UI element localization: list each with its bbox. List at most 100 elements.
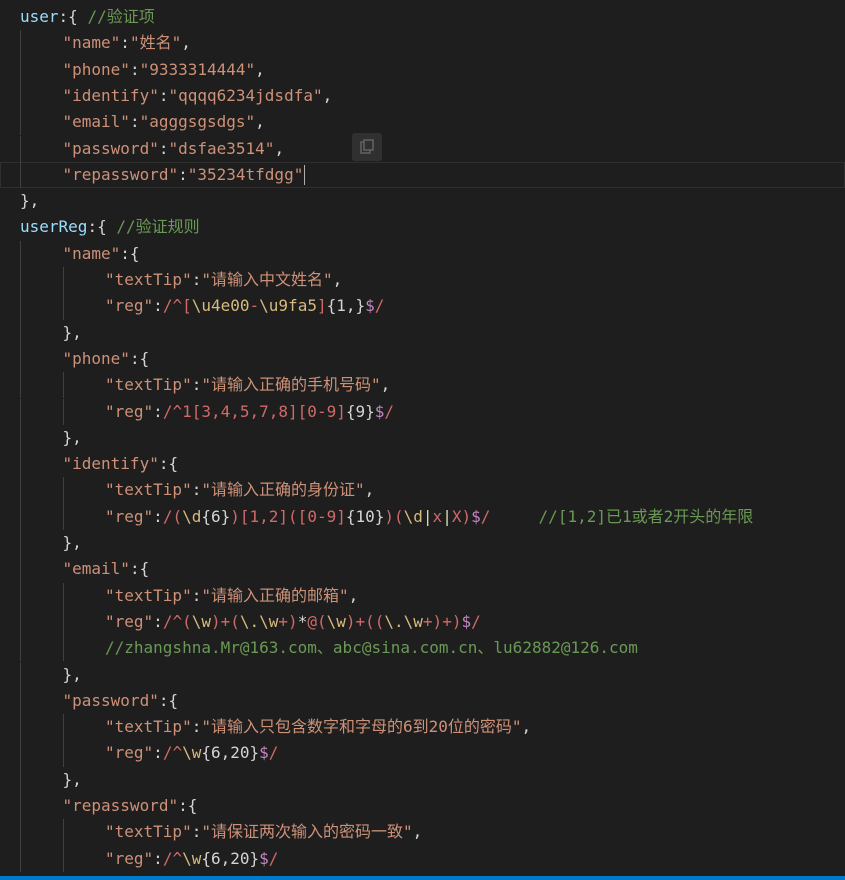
code-token: "reg": [105, 848, 154, 868]
code-line[interactable]: "phone":{: [0, 345, 845, 373]
code-token: ,: [322, 85, 333, 105]
code-token: ,: [332, 270, 343, 289]
code-line[interactable]: "reg":/^(\w)+(\.\w+)*@(\w)+((\.\w+)+)$/: [0, 608, 845, 636]
code-token: },: [62, 664, 82, 684]
code-text: "repassword":{: [63, 793, 198, 819]
code-token: "textTip": [105, 585, 192, 605]
indent-guide: [20, 372, 21, 399]
code-token: user: [20, 7, 59, 26]
code-line[interactable]: },: [0, 188, 845, 214]
code-line[interactable]: "repassword":"35234tfdgg": [0, 161, 845, 189]
indent-guide: [62, 582, 64, 609]
code-text: "textTip":"请输入正确的邮箱",: [105, 583, 358, 609]
code-line[interactable]: "textTip":"请输入正确的手机号码",: [0, 372, 845, 399]
code-token: /^1[3,4,5,7,8][0-9]: [162, 401, 346, 421]
code-token: "qqqq6234jdsdfa": [168, 85, 323, 105]
code-token: :: [153, 848, 163, 868]
code-text: "identify":{: [63, 451, 179, 477]
code-token: ,: [521, 717, 532, 737]
code-token: \.\w: [239, 611, 279, 631]
code-line[interactable]: },: [0, 766, 845, 793]
indent-guide: [20, 240, 21, 267]
indent-guide: [20, 635, 21, 662]
code-line[interactable]: user:{ //验证项: [0, 4, 845, 30]
code-line[interactable]: "reg":/^[\u4e00-\u9fa5]{1,}$/: [0, 293, 845, 320]
floating-action-icon[interactable]: [352, 133, 382, 161]
code-text: "reg":/^[\u4e00-\u9fa5]{1,}$/: [105, 293, 384, 319]
code-line[interactable]: "reg":/^1[3,4,5,7,8][0-9]{9}$/: [0, 398, 845, 425]
indent-guide: [62, 740, 64, 767]
code-line[interactable]: "phone":"9333314444",: [0, 56, 845, 83]
code-line[interactable]: "password":{: [0, 687, 845, 715]
code-line[interactable]: "textTip":"请保证两次输入的密码一致",: [0, 819, 845, 846]
code-token: /: [268, 743, 279, 763]
code-token: "identify": [62, 454, 159, 474]
code-token: {6}: [201, 506, 231, 526]
code-token: :: [153, 506, 163, 526]
indent-guide: [62, 845, 64, 872]
code-token: :: [129, 112, 140, 132]
code-token: ,: [274, 138, 285, 158]
indent-guide: [20, 109, 21, 136]
indent-guide: [62, 503, 64, 530]
code-line[interactable]: "textTip":"请输入正确的邮箱",: [0, 582, 845, 609]
code-token: "phone": [62, 59, 130, 79]
code-line[interactable]: "reg":/^\w{6,20}$/: [0, 740, 845, 767]
indent-guide: [20, 451, 21, 478]
code-token: "请输入正确的手机号码": [201, 375, 381, 395]
code-token: "name": [62, 243, 121, 263]
code-line[interactable]: "email":"agggsgsdgs",: [0, 109, 845, 136]
code-line[interactable]: },: [0, 530, 845, 557]
code-token: x: [432, 506, 443, 526]
code-line[interactable]: "textTip":"请输入正确的身份证",: [0, 477, 845, 504]
code-token: :: [191, 480, 202, 500]
code-text: "textTip":"请输入中文姓名",: [105, 267, 342, 293]
code-token: {10}: [345, 506, 385, 526]
code-line[interactable]: "textTip":"请输入中文姓名",: [0, 267, 845, 294]
code-text: "reg":/(\d{6})[1,2]([0-9]{10})(\d|x|X)$/…: [105, 504, 753, 530]
code-token: "textTip": [105, 480, 192, 500]
code-line[interactable]: userReg:{ //验证规则: [0, 214, 845, 240]
code-token: },: [62, 769, 82, 789]
indent-guide: [20, 56, 21, 83]
code-line[interactable]: "textTip":"请输入只包含数字和字母的6到20位的密码",: [0, 714, 845, 741]
code-text: userReg:{ //验证规则: [20, 214, 200, 240]
code-token: \w: [191, 611, 211, 631]
code-text: },: [63, 767, 82, 793]
code-line[interactable]: "repassword":{: [0, 793, 845, 820]
code-line[interactable]: "identify":"qqqq6234jdsdfa",: [0, 82, 845, 110]
code-token: "35234tfdgg": [187, 164, 304, 184]
code-token: "email": [62, 559, 130, 579]
code-token: 0-9]: [307, 506, 346, 526]
indent-guide: [20, 608, 21, 636]
code-token: //验证规则: [116, 217, 200, 237]
indent-guide: [20, 845, 21, 872]
code-token: -: [249, 296, 260, 316]
indent-guide: [20, 687, 21, 715]
code-token: {9}: [345, 401, 375, 421]
code-line[interactable]: //zhangshna.Mr@163.com、abc@sina.com.cn、l…: [0, 635, 845, 662]
code-token: :: [153, 296, 163, 316]
code-line[interactable]: "identify":{: [0, 451, 845, 478]
code-line[interactable]: },: [0, 661, 845, 688]
code-token: "请保证两次输入的密码一致": [201, 822, 413, 842]
code-line[interactable]: },: [0, 319, 845, 346]
code-line[interactable]: "reg":/(\d{6})[1,2]([0-9]{10})(\d|x|X)$/…: [0, 503, 845, 530]
code-line[interactable]: "name":"姓名",: [0, 30, 845, 57]
indent-guide: [20, 530, 21, 557]
code-token: \w: [182, 848, 202, 868]
code-text: },: [63, 425, 82, 451]
code-text: },: [63, 662, 82, 688]
code-token: ]: [316, 296, 327, 316]
code-token: },: [62, 533, 82, 552]
code-token: $: [365, 296, 375, 316]
code-line[interactable]: },: [0, 424, 845, 452]
code-line[interactable]: "reg":/^\w{6,20}$/: [0, 845, 845, 872]
code-line[interactable]: "name":{: [0, 240, 845, 267]
code-token: "password": [62, 138, 159, 158]
code-token: \u4e00: [191, 296, 250, 316]
code-token: /: [384, 401, 395, 421]
code-editor[interactable]: user:{ //验证项 "name":"姓名", "phone":"9333314…: [0, 0, 845, 876]
code-line[interactable]: "email":{: [0, 556, 845, 583]
code-line[interactable]: "password":"dsfae3514",: [0, 135, 845, 162]
